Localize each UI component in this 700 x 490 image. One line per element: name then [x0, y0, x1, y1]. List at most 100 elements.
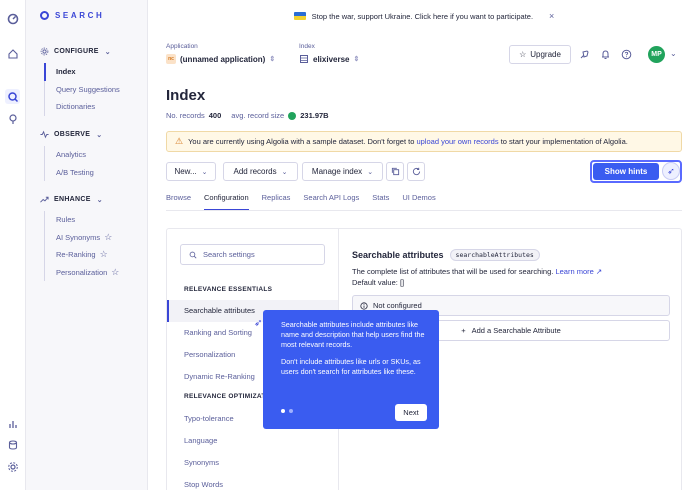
ukraine-banner[interactable]: Stop the war, support Ukraine. Click her…: [148, 0, 700, 32]
close-icon[interactable]: ×: [549, 11, 554, 21]
settings-gear-icon-svg: [7, 461, 18, 472]
trend-up-icon: [40, 196, 49, 203]
hint-next-button[interactable]: Next: [395, 404, 427, 421]
help-icon[interactable]: [621, 49, 632, 60]
chevron-down-icon[interactable]: ⌄: [670, 49, 677, 58]
upload-records-link[interactable]: upload your own records: [416, 137, 498, 146]
star-icon: ☆: [99, 249, 108, 259]
sidebar-item-label: Query Suggestions: [56, 84, 120, 94]
refresh-button[interactable]: [407, 162, 425, 181]
show-hints-button[interactable]: Show hints: [593, 163, 659, 180]
tab-ui-demos[interactable]: UI Demos: [402, 193, 435, 211]
settings-item-synonyms[interactable]: Synonyms: [167, 452, 338, 474]
pulse-icon: [40, 130, 49, 139]
alert-text-after: to start your implementation of Algolia.: [500, 137, 628, 146]
sidebar-item-index[interactable]: Index: [44, 63, 120, 81]
algolia-logo-icon-svg: [7, 13, 18, 24]
bell-icon[interactable]: [600, 49, 611, 60]
page-title: Index: [166, 87, 206, 104]
sidebar-item-label: AI Synonyms: [56, 232, 101, 242]
section-enhance-title: ENHANCE: [54, 196, 91, 203]
hint-dot[interactable]: [289, 409, 293, 413]
sidebar: SEARCH CONFIGURE ⌄ Index Query Suggestio…: [26, 0, 148, 490]
brand[interactable]: SEARCH: [40, 11, 104, 20]
setting-code-badge: searchableAttributes: [449, 249, 540, 261]
tab-stats[interactable]: Stats: [372, 193, 389, 211]
chevron-down-icon: ⌄: [201, 168, 208, 176]
ukraine-flag-icon: [293, 12, 306, 20]
recommend-icon-svg: [8, 113, 17, 124]
settings-item-stop-words[interactable]: Stop Words: [167, 474, 338, 490]
home-icon[interactable]: [5, 46, 20, 61]
new-button[interactable]: New... ⌄: [166, 162, 216, 181]
index-selector[interactable]: elixiverse ⇕: [299, 54, 359, 64]
setting-title: Searchable attributes searchableAttribut…: [352, 249, 540, 261]
copy-button[interactable]: [386, 162, 404, 181]
algolia-logo-icon[interactable]: [5, 11, 20, 26]
avatar[interactable]: MP: [648, 46, 665, 63]
size-label: avg. record size: [231, 111, 285, 120]
hint-dot-active[interactable]: [281, 409, 285, 413]
settings-item-language[interactable]: Language: [167, 430, 338, 452]
sidebar-item-label: Dictionaries: [56, 102, 96, 111]
chevron-down-icon: ⌄: [281, 168, 288, 176]
brand-name: SEARCH: [55, 11, 105, 20]
hint-tooltip: Searchable attributes include attributes…: [263, 310, 439, 429]
setting-description-text: The complete list of attributes that wil…: [352, 267, 554, 276]
sidebar-item-personalization[interactable]: Personalization ☆: [45, 264, 119, 282]
settings-search-placeholder: Search settings: [203, 250, 255, 259]
external-link-icon: ↗: [595, 267, 603, 276]
check-circle-icon: [288, 111, 297, 120]
sidebar-item-ab-testing[interactable]: A/B Testing: [45, 164, 94, 182]
search-icon: [189, 251, 197, 258]
search-product-icon[interactable]: [5, 89, 20, 104]
learn-more-label: Learn more: [555, 267, 594, 276]
chevron-down-icon: ⌄: [96, 131, 103, 139]
analytics-icon[interactable]: [5, 416, 20, 431]
data-sources-icon-svg: [8, 439, 17, 450]
warning-icon: ⚠: [175, 136, 184, 146]
add-records-label: Add records: [233, 167, 277, 176]
select-arrows-icon: ⇕: [353, 56, 360, 63]
rocket-icon[interactable]: ➶: [662, 162, 680, 180]
add-records-button[interactable]: Add records ⌄: [223, 162, 298, 181]
icon-rail: [0, 0, 26, 490]
sidebar-item-analytics[interactable]: Analytics: [45, 146, 94, 164]
manage-index-button[interactable]: Manage index ⌄: [302, 162, 383, 181]
sidebar-item-ai-synonyms[interactable]: AI Synonyms ☆: [45, 229, 119, 247]
section-observe[interactable]: OBSERVE ⌄: [40, 130, 102, 139]
section-enhance[interactable]: ENHANCE ⌄: [40, 195, 103, 204]
banner-text: Stop the war, support Ukraine. Click her…: [311, 11, 534, 21]
sidebar-item-query-suggestions[interactable]: Query Suggestions: [45, 81, 120, 99]
section-configure[interactable]: CONFIGURE ⌄: [40, 47, 111, 56]
select-arrows-icon: ⇕: [269, 56, 276, 63]
tab-browse[interactable]: Browse: [166, 193, 191, 211]
data-sources-icon[interactable]: [5, 437, 20, 452]
section-observe-title: OBSERVE: [54, 131, 91, 138]
learn-more-link[interactable]: Learn more ↗: [555, 267, 602, 276]
configure-nav: Index Query Suggestions Dictionaries: [44, 63, 120, 116]
settings-gear-icon[interactable]: [5, 459, 20, 474]
tab-configuration[interactable]: Configuration: [204, 193, 249, 211]
index-stats: No. records 400 avg. record size 231.97B: [166, 111, 329, 120]
manage-index-label: Manage index: [311, 167, 363, 176]
recommend-icon[interactable]: [5, 111, 20, 126]
analytics-icon-svg: [8, 420, 17, 428]
size-value: 231.97B: [300, 111, 329, 120]
index-label: Index: [299, 43, 315, 50]
sample-dataset-alert: ⚠ You are currently using Algolia with a…: [166, 131, 682, 152]
show-hints-group: Show hints ➶: [590, 160, 682, 183]
sidebar-item-rules[interactable]: Rules: [45, 211, 119, 229]
launch-icon[interactable]: [579, 49, 590, 60]
setting-title-text: Searchable attributes: [352, 250, 444, 260]
sidebar-item-dictionaries[interactable]: Dictionaries: [45, 98, 120, 116]
tab-replicas[interactable]: Replicas: [262, 193, 291, 211]
settings-search-input[interactable]: Search settings: [180, 244, 325, 265]
chevron-down-icon: ⌄: [367, 168, 374, 176]
gear-icon: [40, 47, 49, 56]
upgrade-button[interactable]: ☆ Upgrade: [509, 45, 571, 64]
tab-search-api-logs[interactable]: Search API Logs: [303, 193, 359, 211]
new-label: New...: [174, 167, 197, 176]
sidebar-item-re-ranking[interactable]: Re-Ranking ☆: [45, 246, 119, 264]
application-selector[interactable]: nc (unnamed application) ⇕: [166, 54, 275, 64]
